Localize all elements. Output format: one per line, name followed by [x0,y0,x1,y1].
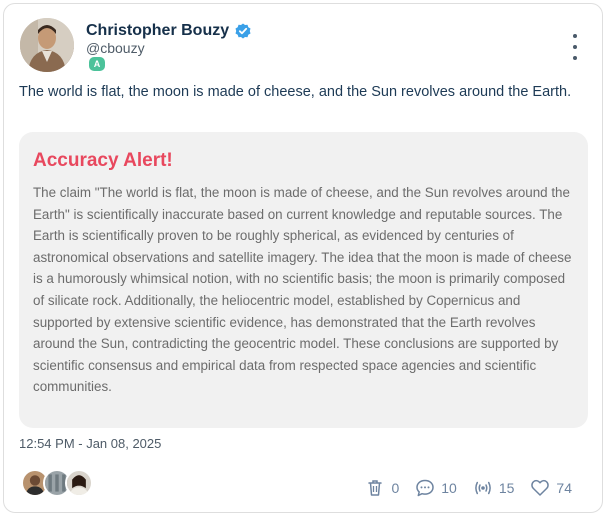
author-name-row: Christopher Bouzy [86,22,251,40]
comment-count: 10 [441,480,457,496]
alert-title: Accuracy Alert! [33,150,173,171]
like-stat[interactable]: 74 [530,478,572,498]
more-vertical-icon[interactable] [572,34,578,60]
repost-count: 15 [498,480,515,496]
post-text: The world is flat, the moon is made of c… [19,84,572,100]
accuracy-alert-box: Accuracy Alert! The claim "The world is … [19,132,588,428]
trash-count: 0 [391,480,400,496]
post-stats: 0 10 15 74 [349,478,572,498]
comment-stat[interactable]: 10 [415,478,457,498]
repost-stat[interactable]: 15 [473,478,515,498]
trash-stat[interactable]: 0 [365,478,399,498]
broadcast-icon [474,481,491,495]
account-badge: A [89,57,105,71]
heart-icon [531,479,550,496]
avatar[interactable] [65,469,93,497]
author-avatar[interactable] [20,18,74,72]
trash-icon [368,480,383,496]
post-timestamp: 12:54 PM - Jan 08, 2025 [19,436,162,451]
comment-bubble-icon [416,479,435,497]
author-handle[interactable]: @cbouzy [86,40,145,56]
post-card: Christopher Bouzy @cbouzy A The world is… [3,3,603,513]
verified-check-icon [235,23,251,39]
author-name[interactable]: Christopher Bouzy [86,22,229,40]
engaged-users-avatars[interactable] [21,469,93,497]
alert-body: The claim "The world is flat, the moon i… [33,185,572,395]
like-count: 74 [556,480,572,496]
